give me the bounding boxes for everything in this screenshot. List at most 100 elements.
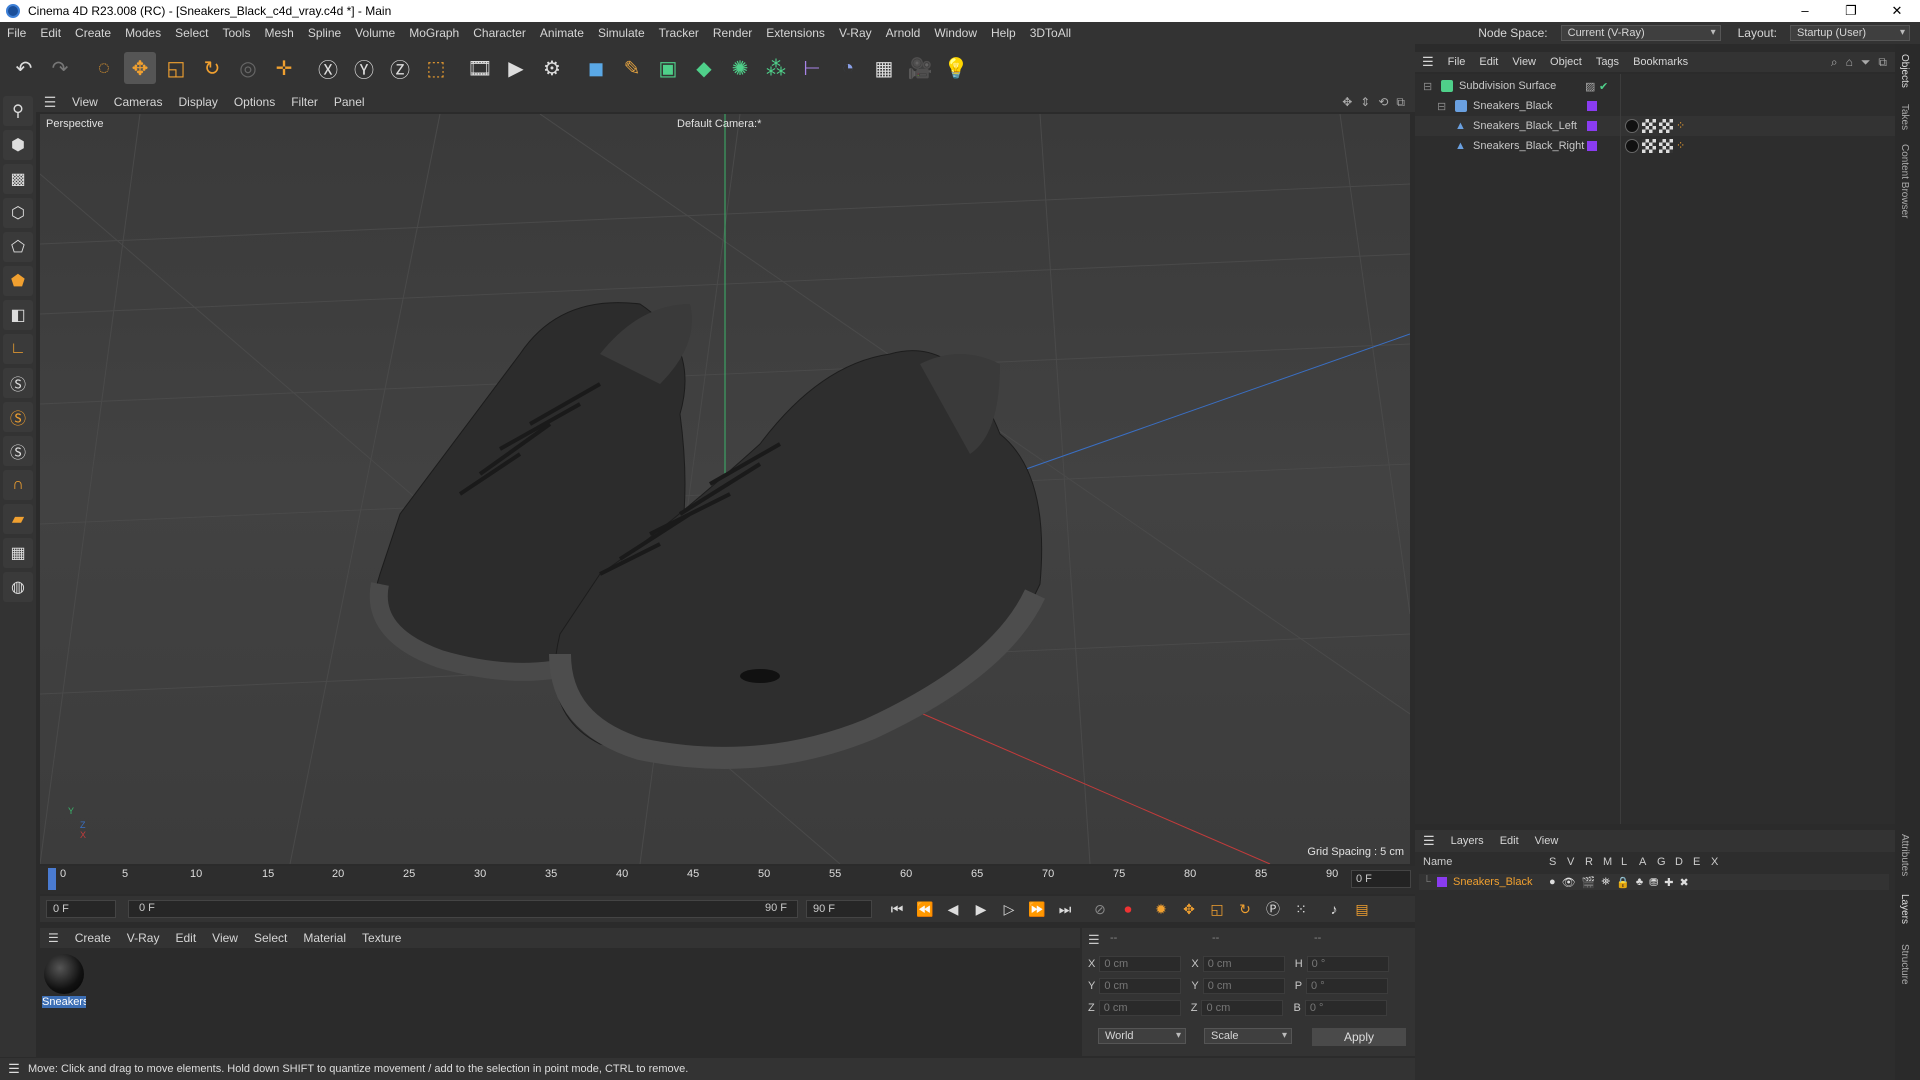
om-menu-object[interactable]: Object — [1543, 56, 1589, 68]
parameter-key-icon[interactable]: Ⓟ — [1262, 898, 1284, 920]
move-tool-icon[interactable]: ✥ — [124, 52, 156, 84]
layer-color-swatch[interactable] — [1587, 141, 1597, 151]
menu-mograph[interactable]: MoGraph — [402, 22, 466, 44]
material-menu-icon[interactable]: ☰ — [40, 931, 67, 945]
position-z-field[interactable]: 0 cm — [1098, 1000, 1181, 1016]
snap-settings-icon[interactable]: Ⓢ — [3, 402, 33, 432]
om-menu-file[interactable]: File — [1441, 56, 1473, 68]
tab-layers[interactable]: Layers — [1899, 894, 1910, 924]
rotation-p-field[interactable]: 0 ° — [1306, 978, 1389, 994]
material-menu-view[interactable]: View — [204, 931, 246, 945]
render-view-icon[interactable]: ▶ — [500, 52, 532, 84]
undo-icon[interactable]: ↶ — [8, 52, 40, 84]
object-row[interactable]: ▲ Sneakers_Black_Right ⁘ — [1415, 136, 1895, 156]
subdivision-surface-icon[interactable]: ▣ — [652, 52, 684, 84]
menu-mesh[interactable]: Mesh — [257, 22, 300, 44]
menu-modes[interactable]: Modes — [118, 22, 168, 44]
axis-mode-icon[interactable]: ∟ — [3, 334, 33, 364]
close-button[interactable]: ✕ — [1874, 0, 1920, 22]
coordinates-menu-icon[interactable]: ☰ — [1088, 932, 1100, 948]
menu-3dtoall[interactable]: 3DToAll — [1023, 22, 1078, 44]
play-icon[interactable]: ▶ — [970, 898, 992, 920]
position-y-field[interactable]: 0 cm — [1099, 978, 1182, 994]
status-menu-icon[interactable]: ☰ — [0, 1061, 28, 1077]
menu-arnold[interactable]: Arnold — [879, 22, 928, 44]
node-space-dropdown[interactable]: Current (V-Ray) — [1560, 25, 1721, 41]
workplane-icon[interactable]: ▰ — [3, 504, 33, 534]
layer-color-swatch[interactable] — [1587, 121, 1597, 131]
layer-generators-icon[interactable]: ⛃ — [1649, 876, 1658, 889]
points-mode-icon[interactable]: ⬡ — [3, 198, 33, 228]
dolly-view-icon[interactable]: ⇕ — [1360, 95, 1370, 110]
magnet-icon[interactable]: ∩ — [3, 470, 33, 500]
object-name[interactable]: Subdivision Surface — [1459, 80, 1579, 92]
material-name[interactable]: Sneakers — [42, 996, 86, 1008]
viewport-menu-options[interactable]: Options — [226, 95, 283, 109]
material-menu-select[interactable]: Select — [246, 931, 295, 945]
rotation-h-field[interactable]: 0 ° — [1306, 956, 1389, 972]
viewport-menu-cameras[interactable]: Cameras — [106, 95, 171, 109]
playhead[interactable] — [48, 868, 56, 890]
rotation-b-field[interactable]: 0 ° — [1304, 1000, 1387, 1016]
previous-frame-icon[interactable]: ◀ — [942, 898, 964, 920]
recent-tools-icon[interactable]: ◎ — [232, 52, 264, 84]
material-menu-edit[interactable]: Edit — [167, 931, 204, 945]
layer-animation-icon[interactable]: ♣ — [1636, 876, 1643, 889]
object-row[interactable]: ▲ Sneakers_Black_Left ⁘ — [1415, 116, 1895, 136]
object-row[interactable]: ⊟ Subdivision Surface ▨ ✔ — [1415, 76, 1895, 96]
menu-help[interactable]: Help — [984, 22, 1023, 44]
layout-dropdown[interactable]: Startup (User) — [1790, 25, 1910, 41]
z-axis-lock-icon[interactable]: Ⓩ — [384, 52, 416, 84]
new-window-icon[interactable]: ⧉ — [1878, 55, 1887, 70]
object-manager-menu-icon[interactable]: ☰ — [1415, 54, 1441, 70]
object-name[interactable]: Sneakers_Black_Right — [1473, 140, 1584, 152]
size-y-field[interactable]: 0 cm — [1202, 978, 1285, 994]
pan-view-icon[interactable]: ✥ — [1342, 95, 1352, 110]
maximize-view-icon[interactable]: ⧉ — [1396, 95, 1405, 110]
menu-window[interactable]: Window — [927, 22, 984, 44]
menu-tools[interactable]: Tools — [215, 22, 257, 44]
layer-color-swatch[interactable] — [1587, 101, 1597, 111]
cloner-icon[interactable]: ✺ — [724, 52, 756, 84]
edges-mode-icon[interactable]: ⬠ — [3, 232, 33, 262]
material-menu-create[interactable]: Create — [67, 931, 119, 945]
layer-manager-menu-icon[interactable]: ☰ — [1415, 833, 1443, 849]
transform-icon[interactable]: ✛ — [268, 52, 300, 84]
viewport-perspective[interactable]: Perspective Default Camera:* Grid Spacin… — [40, 114, 1410, 864]
viewport-menu-panel[interactable]: Panel — [326, 95, 373, 109]
solo-icon[interactable]: ◍ — [3, 572, 33, 602]
layer-visible-icon[interactable]: 👁 — [1562, 876, 1576, 889]
render-region-icon[interactable]: 🎞 — [464, 52, 496, 84]
redo-icon[interactable]: ↷ — [44, 52, 76, 84]
tab-structure[interactable]: Structure — [1899, 944, 1910, 985]
coordinate-mode-dropdown[interactable]: World — [1098, 1028, 1186, 1044]
enabled-check-icon[interactable]: ✔ — [1599, 80, 1608, 93]
menu-extensions[interactable]: Extensions — [759, 22, 832, 44]
size-z-field[interactable]: 0 cm — [1201, 1000, 1284, 1016]
autokey-icon[interactable]: ⏺ — [1117, 898, 1139, 920]
filter-icon[interactable]: ⏷ — [1861, 55, 1871, 70]
camera-icon[interactable]: 🎥 — [904, 52, 936, 84]
snap-icon[interactable]: Ⓢ — [3, 368, 33, 398]
cube-object-icon[interactable]: ◼ — [580, 52, 612, 84]
live-selection-icon[interactable]: ◌ — [88, 52, 120, 84]
texture-mode-icon[interactable]: ▩ — [3, 164, 33, 194]
home-icon[interactable]: ⌂ — [1846, 55, 1853, 70]
layer-solo-icon[interactable]: ● — [1549, 876, 1556, 889]
field-icon[interactable]: ◔ — [832, 52, 864, 84]
material-tag-icon[interactable] — [1625, 119, 1639, 133]
scale-tool-icon[interactable]: ◱ — [160, 52, 192, 84]
scale-key-icon[interactable]: ◱ — [1206, 898, 1228, 920]
model-mode-icon[interactable]: ⬢ — [3, 130, 33, 160]
camera-label[interactable]: Default Camera:* — [677, 118, 761, 130]
rotate-tool-icon[interactable]: ↻ — [196, 52, 228, 84]
om-menu-tags[interactable]: Tags — [1589, 56, 1626, 68]
material-menu-texture[interactable]: Texture — [354, 931, 409, 945]
layer-expressions-icon[interactable]: ✖ — [1680, 876, 1689, 889]
layer-lock-icon[interactable]: 🔒 — [1616, 876, 1630, 889]
menu-vray[interactable]: V-Ray — [832, 22, 879, 44]
uvw-tag-icon[interactable]: ⁘ — [1676, 119, 1685, 133]
om-menu-edit[interactable]: Edit — [1472, 56, 1505, 68]
sneakers-model[interactable] — [369, 302, 1045, 769]
uvw-tag-icon[interactable]: ⁘ — [1676, 139, 1685, 153]
